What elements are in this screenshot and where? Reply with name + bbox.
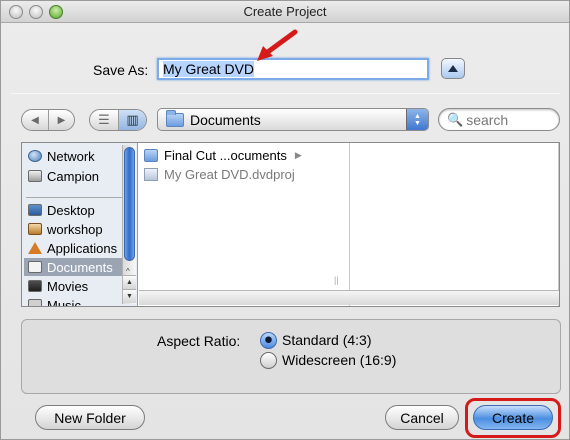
sidebar-item-label: Applications: [47, 240, 118, 256]
home-icon: [28, 223, 42, 235]
search-icon: 🔍: [447, 111, 464, 127]
sidebar-item-workshop[interactable]: workshop: [24, 220, 128, 238]
file-browser: Network Campion Desktop workshop Applica…: [21, 142, 560, 307]
window-title: Create Project: [243, 4, 327, 19]
sidebar-divider: [26, 197, 126, 198]
column-resize-handle[interactable]: ||: [334, 275, 339, 285]
forward-arrow-icon: ▶: [57, 114, 66, 126]
standard-radio-label[interactable]: Standard (4:3): [282, 332, 372, 348]
cancel-button[interactable]: Cancel: [385, 405, 459, 430]
aspect-ratio-panel: Aspect Ratio: Standard (4:3) Widescreen …: [21, 319, 561, 394]
expand-dialog-button[interactable]: [441, 58, 465, 79]
annotation-arrow-icon: [257, 29, 298, 61]
scroll-down-button[interactable]: ▼: [123, 289, 136, 303]
forward-button[interactable]: ▶: [48, 110, 74, 130]
disk-icon: [28, 170, 42, 182]
column-view-icon: ▥: [126, 112, 139, 127]
save-as-value: My Great DVD: [163, 61, 255, 77]
new-folder-button[interactable]: New Folder: [35, 405, 145, 430]
dvd-project-icon: [144, 167, 158, 181]
sidebar-item-applications[interactable]: Applications: [24, 239, 128, 257]
back-arrow-icon: ◀: [31, 114, 39, 126]
sidebar-item-label: Documents: [47, 259, 113, 275]
sidebar-item-movies[interactable]: Movies: [24, 277, 128, 295]
chevron-right-icon: ▶: [294, 149, 302, 160]
applications-icon: [28, 242, 42, 254]
sidebar-item-music[interactable]: Music: [24, 296, 128, 306]
list-item[interactable]: Final Cut ...ocuments ▶: [144, 146, 302, 164]
title-bar: Create Project: [1, 1, 569, 23]
sidebar-item-network[interactable]: Network: [24, 147, 128, 165]
aspect-ratio-label: Aspect Ratio:: [157, 333, 241, 349]
sidebar-item-label: workshop: [47, 221, 103, 237]
scrollbar-thumb[interactable]: [124, 147, 135, 261]
annotation-highlight: [465, 398, 561, 438]
triangle-up-icon: [448, 65, 458, 72]
browser-column-empty: [351, 143, 559, 306]
desktop-icon: [28, 204, 42, 216]
sidebar-item-desktop[interactable]: Desktop: [24, 201, 128, 219]
widescreen-radio-label[interactable]: Widescreen (16:9): [282, 352, 396, 368]
sidebar-item-campion[interactable]: Campion: [24, 167, 128, 185]
folder-icon: [166, 109, 184, 127]
list-view-icon: ☰: [98, 112, 110, 127]
save-as-label: Save As:: [93, 62, 149, 78]
search-field[interactable]: 🔍 search: [438, 108, 560, 131]
list-item[interactable]: My Great DVD.dvdproj: [144, 165, 295, 183]
browser-column: Final Cut ...ocuments ▶ My Great DVD.dvd…: [140, 143, 350, 306]
sidebar-item-label: Movies: [47, 278, 89, 294]
file-name: Final Cut ...ocuments: [164, 147, 287, 163]
horizontal-scrollbar[interactable]: [139, 290, 559, 305]
sidebar-item-label: Network: [47, 148, 95, 164]
back-button[interactable]: ◀: [22, 110, 48, 130]
sidebar-item-label: Campion: [47, 168, 100, 184]
movies-icon: [28, 280, 42, 292]
documents-icon: [28, 261, 42, 273]
popup-arrows-icon: ▲ ▼: [406, 109, 428, 130]
view-mode-switch: ☰ ▥: [89, 109, 147, 131]
sidebar: Network Campion Desktop workshop Applica…: [22, 143, 138, 306]
file-name: My Great DVD.dvdproj: [164, 166, 295, 182]
sidebar-item-documents[interactable]: Documents: [24, 258, 128, 276]
sidebar-item-label: Music: [47, 297, 81, 307]
create-project-dialog: Create Project Save As: My Great DVD ◀ ▶…: [0, 0, 570, 440]
history-nav: ◀ ▶: [21, 109, 75, 131]
location-label: Documents: [190, 111, 261, 128]
search-placeholder: search: [466, 111, 509, 128]
list-view-button[interactable]: ☰: [90, 110, 118, 130]
sidebar-item-label: Desktop: [47, 202, 95, 218]
standard-radio[interactable]: [260, 332, 277, 349]
divider: [11, 93, 560, 94]
network-icon: [28, 150, 42, 162]
location-popup[interactable]: Documents ▲ ▼: [157, 108, 429, 131]
sidebar-scrollbar[interactable]: ^ ▲ ▼: [122, 145, 136, 304]
folder-icon: [144, 148, 158, 162]
music-icon: [28, 299, 42, 306]
scroll-up-button[interactable]: ▲: [123, 275, 136, 289]
column-view-button[interactable]: ▥: [117, 110, 146, 130]
widescreen-radio[interactable]: [260, 352, 277, 369]
